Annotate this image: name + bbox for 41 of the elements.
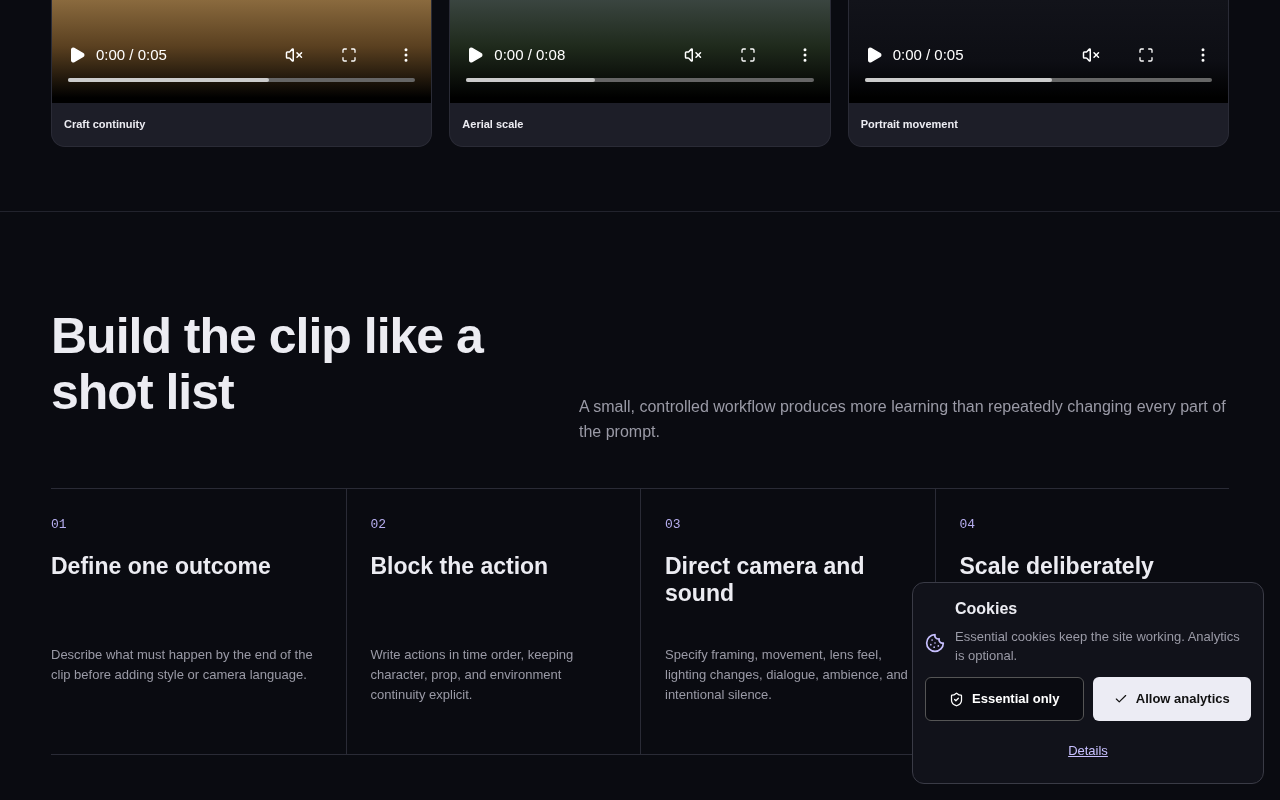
video-player[interactable]: 0:00 / 0:05 [52,0,432,103]
section-heading: Build the clip like a shot list [51,308,485,420]
fullscreen-icon[interactable] [341,47,358,64]
muted-icon[interactable] [285,46,304,65]
progress-track[interactable] [864,78,1212,82]
video-caption: Portrait movement [860,117,958,133]
step-number: 02 [370,516,388,534]
muted-icon[interactable] [1082,46,1100,65]
details-link[interactable]: Details [1068,741,1108,761]
step-description: Write actions in time order, keeping character, prop, and environment continuity explicit. [370,645,575,704]
step-number: 01 [51,516,68,534]
progress-track[interactable] [466,78,814,82]
cookie-title: Cookies [955,599,1019,619]
video-player[interactable]: 0:00 / 0:08 [450,0,830,103]
step-description: Describe what must happen by the end of the clip before adding style or camera language. [51,645,314,684]
play-icon[interactable] [68,46,86,65]
step-number: 04 [959,516,977,534]
video-time: 0:00 / 0:08 [494,45,566,65]
play-icon[interactable] [466,46,485,65]
step-description: Specify framing, movement, lens feel, lighting changes, dialogue, ambience, and intentional silence. [665,645,909,704]
video-caption: Aerial scale [462,117,524,133]
shield-icon [949,691,965,707]
progress-track[interactable] [68,78,416,82]
essential-only-button[interactable]: Essential only [925,677,1084,721]
cookie-text: Essential cookies keep the site working. Analytics is optional. [955,628,1241,665]
video-time: 0:00 / 0:05 [892,45,964,65]
section-intro: A small, controlled workflow produces more learning than repeatedly changing every part of the prompt. [579,397,1227,442]
step-title: Define one outcome [51,552,272,580]
step-title: Scale deliberately [959,552,1155,580]
video-time: 0:00 / 0:05 [96,45,167,65]
fullscreen-icon[interactable] [739,47,756,64]
video-caption: Craft continuity [64,117,146,133]
video-player[interactable]: 0:00 / 0:05 [848,0,1228,103]
step-title: Block the action [370,552,550,580]
cookie-icon [925,633,945,653]
allow-analytics-button[interactable]: Allow analytics [1092,677,1251,721]
fullscreen-icon[interactable] [1138,47,1154,64]
step-title: Direct camera and sound [665,552,866,607]
muted-icon[interactable] [683,46,702,65]
step-number: 03 [665,516,682,534]
check-icon [1113,692,1128,706]
